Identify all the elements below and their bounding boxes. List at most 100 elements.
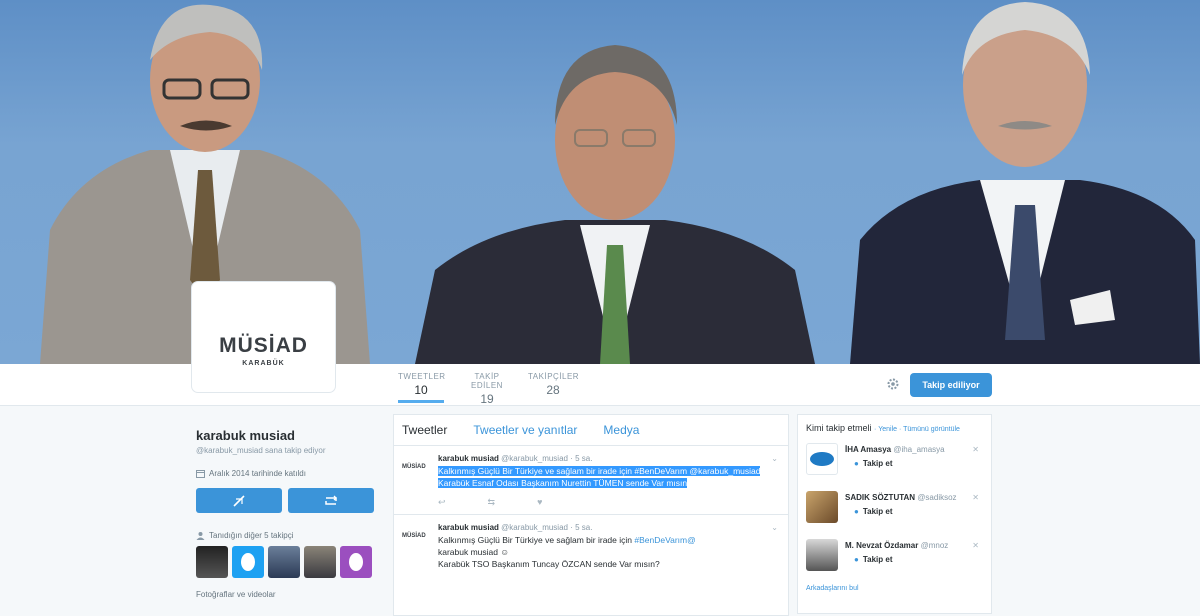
stat-followers[interactable]: TAKİPÇİLER 28 [528, 372, 580, 397]
tweet-text-part: Kalkınmış Güçlü Bir Türkiye ve sağlam bi… [438, 535, 635, 545]
suggestion-display-name: SADIK SÖZTUTAN [845, 493, 916, 502]
stat-following-label: TAKİP EDİLEN [471, 372, 503, 390]
profile-joined: Aralık 2014 tarihinde katıldı [196, 469, 376, 478]
follow-label: Takip et [862, 507, 893, 516]
avatar-logo-text: MÜSİAD [219, 334, 308, 357]
follow-label: Takip et [862, 555, 893, 564]
tweet-text-part: karabuk musiad [438, 547, 499, 557]
gear-icon[interactable] [886, 377, 900, 391]
stat-tweets-label: TWEETLER [398, 372, 446, 381]
stat-tweets[interactable]: TWEETLER 10 [398, 372, 446, 403]
suggestion-avatar[interactable] [806, 491, 838, 523]
stat-tweets-count: 10 [414, 383, 428, 397]
tweet-author-avatar[interactable]: MÜSİAD [402, 464, 426, 470]
suggestion-item: M. Nevzat Özdamar @mnoz ✕ ● Takip et [806, 539, 983, 579]
tweet-author-handle[interactable]: @karabuk_musiad [501, 523, 568, 532]
find-friends-link[interactable]: Arkadaşlarını bul [806, 585, 983, 592]
suggestion-handle: @iha_amasya [893, 445, 945, 454]
suggestion-avatar[interactable] [806, 443, 838, 475]
suggestion-name[interactable]: SADIK SÖZTUTAN @sadiksoz [845, 493, 957, 502]
who-to-follow-panel: Kimi takip etmeli · Yenile · Tümünü görü… [797, 414, 992, 614]
tweet-author-handle[interactable]: @karabuk_musiad [501, 454, 568, 463]
tweet-text: Kalkınmış Güçlü Bir Türkiye ve sağlam bi… [438, 534, 778, 570]
close-icon[interactable]: ✕ [972, 541, 979, 550]
refresh-view-all-link[interactable]: · Yenile · Tümünü görüntüle [874, 426, 960, 433]
tweet-author-name[interactable]: karabuk musiad [438, 454, 499, 463]
stat-followers-count: 28 [546, 383, 560, 397]
reply-icon[interactable]: ↩ [438, 497, 446, 508]
like-icon[interactable]: ♥ [537, 497, 542, 508]
tweet-author-name[interactable]: karabuk musiad [438, 523, 499, 532]
stat-followers-label: TAKİPÇİLER [528, 372, 580, 381]
emoji-icon: ☺ [500, 547, 510, 557]
calendar-icon [196, 470, 205, 478]
header-banner-photo [0, 0, 1200, 364]
who-to-follow-heading: Kimi takip etmeli [806, 423, 872, 433]
close-icon[interactable]: ✕ [972, 493, 979, 502]
banner-person-center [415, 45, 815, 364]
avatar-logo-subtext: KARABÜK [242, 360, 285, 367]
tweet-to-button[interactable] [196, 488, 282, 513]
profile-nav-bar: TWEETLER 10 TAKİP EDİLEN 19 TAKİPÇİLER 2… [0, 364, 1200, 406]
retweet-icon[interactable]: ⇆ [488, 497, 496, 508]
timeline-tabs: Tweetler Tweetler ve yanıtlar Medya [394, 415, 788, 445]
suggestion-name[interactable]: M. Nevzat Özdamar @mnoz [845, 541, 948, 550]
banner-person-right [850, 2, 1200, 364]
profile-sidebar: karabuk musiad @karabuk_musiad sana taki… [196, 428, 376, 599]
tweet-timeline: Tweetler Tweetler ve yanıtlar Medya MÜSİ… [393, 414, 789, 616]
user-icon [196, 532, 205, 540]
followers-you-know[interactable]: Tanıdığın diğer 5 takipçi [196, 531, 376, 540]
follower-avatar[interactable] [268, 546, 300, 578]
add-user-icon: ● [854, 459, 859, 468]
tweet-text: Kalkınmış Güçlü Bir Türkiye ve sağlam bi… [438, 465, 778, 489]
profile-page: TWEETLER 10 TAKİP EDİLEN 19 TAKİPÇİLER 2… [0, 0, 1200, 616]
follower-avatar[interactable] [232, 546, 264, 578]
tab-tweets[interactable]: Tweetler [402, 423, 447, 445]
suggestion-handle: @sadiksoz [917, 493, 957, 502]
tweet-actions: ↩ ⇆ ♥ [438, 497, 778, 508]
tweet-timestamp[interactable]: · 5 sa. [570, 523, 592, 532]
suggestion-name[interactable]: İHA Amasya @iha_amasya [845, 445, 945, 454]
tweet-item[interactable]: MÜSİAD karabuk musiad @karabuk_musiad · … [394, 445, 788, 514]
close-icon[interactable]: ✕ [972, 445, 979, 454]
follow-suggestion-button[interactable]: ● Takip et [854, 459, 892, 468]
mention-link[interactable]: @ [687, 535, 696, 545]
follower-thumbnails [196, 546, 376, 578]
tweet-author-avatar[interactable]: MÜSİAD [402, 533, 426, 539]
profile-handle: @karabuk_musiad sana takip ediyor [196, 446, 326, 455]
tweet-timestamp[interactable]: · 5 sa. [570, 454, 592, 463]
follower-avatar[interactable] [196, 546, 228, 578]
retweet-icon [325, 495, 337, 505]
tweet-item[interactable]: MÜSİAD karabuk musiad @karabuk_musiad · … [394, 514, 788, 576]
hashtag-link[interactable]: #BenDeVarım [634, 535, 687, 545]
follower-avatar[interactable] [304, 546, 336, 578]
photos-videos-link[interactable]: Fotoğraflar ve videolar [196, 590, 376, 599]
follow-suggestion-button[interactable]: ● Takip et [854, 507, 892, 516]
tweet-header: karabuk musiad @karabuk_musiad · 5 sa. [438, 523, 778, 532]
message-button[interactable] [288, 488, 374, 513]
chevron-down-icon[interactable]: ⌄ [771, 523, 778, 532]
follower-avatar[interactable] [340, 546, 372, 578]
tab-tweets-and-replies[interactable]: Tweetler ve yanıtlar [473, 423, 577, 445]
tweet-header: karabuk musiad @karabuk_musiad · 5 sa. [438, 454, 778, 463]
profile-avatar[interactable]: MÜSİAD KARABÜK [192, 282, 335, 392]
suggestion-display-name: İHA Amasya [845, 445, 892, 454]
tab-media[interactable]: Medya [603, 423, 639, 445]
follow-suggestion-button[interactable]: ● Takip et [854, 555, 892, 564]
stat-following-count: 19 [480, 392, 494, 406]
suggestion-item: İHA Amasya @iha_amasya ✕ ● Takip et [806, 443, 983, 483]
suggestion-avatar[interactable] [806, 539, 838, 571]
stat-following[interactable]: TAKİP EDİLEN 19 [458, 372, 516, 406]
chevron-down-icon[interactable]: ⌄ [771, 454, 778, 463]
suggestion-handle: @mnoz [920, 541, 949, 550]
quill-icon [233, 494, 245, 507]
followers-you-know-text: Tanıdığın diğer 5 takipçi [209, 531, 294, 540]
profile-joined-text: Aralık 2014 tarihinde katıldı [209, 469, 306, 478]
suggestion-item: SADIK SÖZTUTAN @sadiksoz ✕ ● Takip et [806, 491, 983, 531]
add-user-icon: ● [854, 507, 859, 516]
suggestion-display-name: M. Nevzat Özdamar [845, 541, 919, 550]
profile-name[interactable]: karabuk musiad [196, 428, 376, 443]
tweet-text-selected: Kalkınmış Güçlü Bir Türkiye ve sağlam bi… [438, 466, 761, 488]
profile-action-buttons [196, 488, 376, 513]
following-button[interactable]: Takip ediliyor [910, 373, 992, 397]
